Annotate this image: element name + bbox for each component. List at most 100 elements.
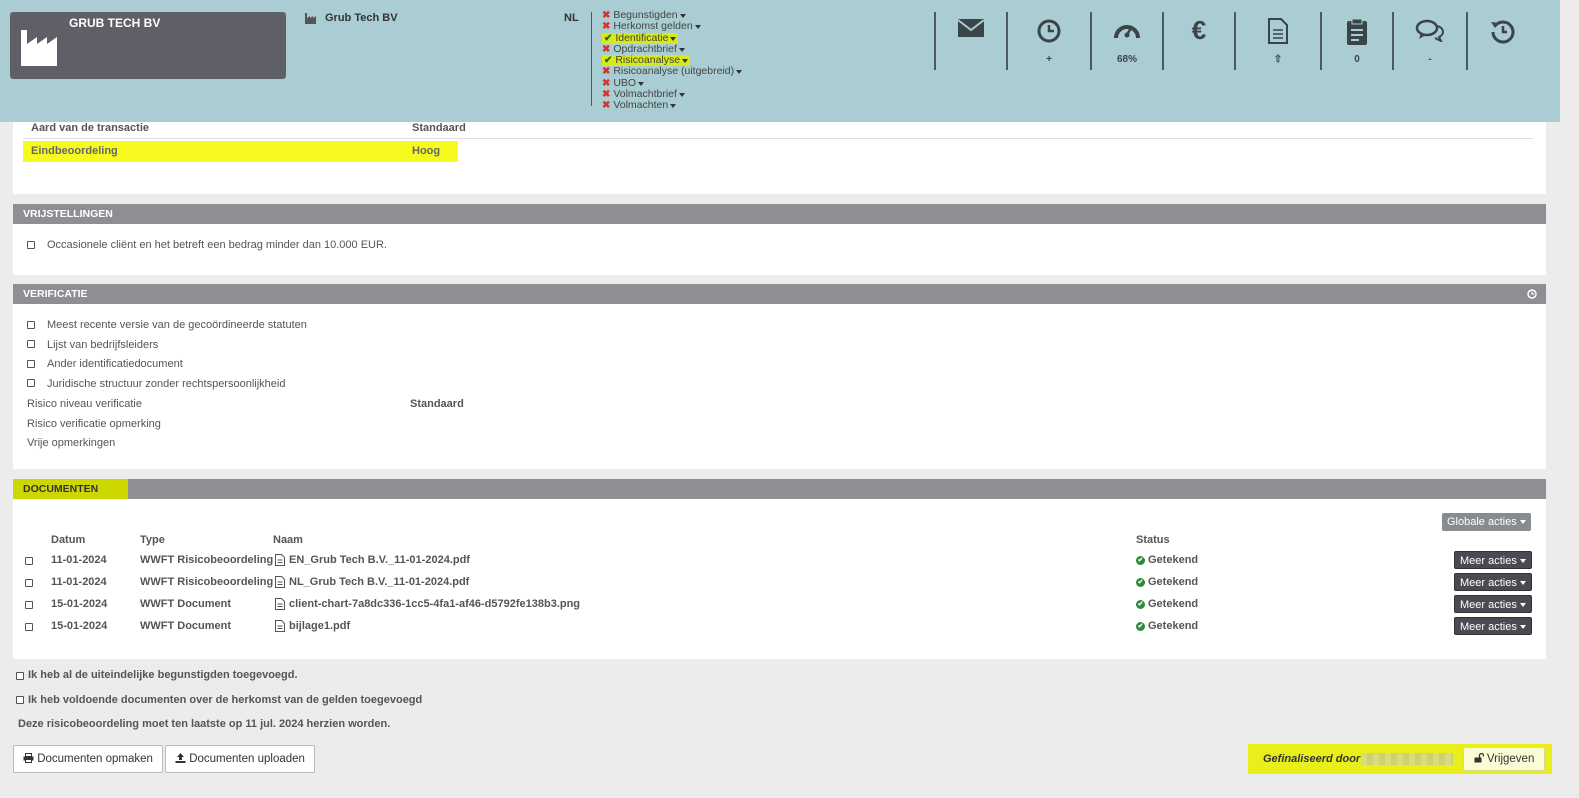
documents-panel: Globale acties Datum Type Naam Status 11…	[13, 499, 1546, 659]
upload-icon: ⇧	[1273, 54, 1283, 65]
more-actions-button[interactable]: Meer acties	[1454, 617, 1532, 635]
more-actions-label: Meer acties	[1460, 577, 1517, 589]
progress-value: 68%	[1116, 54, 1137, 65]
documents-title: DOCUMENTEN	[13, 479, 128, 499]
pdf-file-icon	[275, 576, 285, 588]
caret-down-icon[interactable]	[678, 92, 685, 97]
clock-value: +	[1046, 54, 1052, 65]
exemption-checkbox[interactable]	[27, 241, 35, 249]
status-label: Getekend	[1148, 598, 1199, 610]
column-type: Type	[140, 534, 165, 546]
clipboard-cell[interactable]: 0	[1320, 12, 1392, 70]
doc-type: WWFT Risicobeoordeling	[140, 554, 274, 566]
euro-cell[interactable]: €	[1162, 12, 1234, 70]
unlock-icon	[1474, 752, 1484, 763]
check-circle-icon: ✔	[1136, 555, 1145, 565]
release-button[interactable]: Vrijgeven	[1463, 747, 1545, 771]
row-checkbox[interactable]	[25, 579, 33, 587]
history-cell[interactable]	[1466, 12, 1538, 70]
row-checkbox[interactable]	[25, 601, 33, 609]
comments-cell[interactable]: -	[1392, 12, 1466, 70]
verification-checkbox-id-document[interactable]	[27, 360, 35, 368]
caret-down-icon[interactable]	[670, 104, 677, 108]
cross-icon: ✖	[602, 66, 611, 78]
doc-name: NL_Grub Tech B.V._11-01-2024.pdf	[289, 576, 470, 588]
verification-checkbox-statutes[interactable]	[27, 321, 35, 329]
progress-cell[interactable]: 68%	[1090, 12, 1162, 70]
doc-name-cell[interactable]: bijlage1.pdf	[275, 620, 350, 632]
beneficiaries-confirm-label: Ik heb al de uiteindelijke begunstigden …	[28, 669, 298, 681]
verification-header: VERIFICATIE	[13, 284, 1546, 304]
history-icon	[1491, 20, 1515, 44]
doc-status: ✔ Getekend	[1136, 576, 1198, 588]
step-label: Risicoanalyse (uitgebreid)	[613, 65, 735, 78]
pdf-file-icon	[275, 620, 285, 632]
verification-label: Meest recente versie van de gecoördineer…	[47, 319, 307, 331]
clock-icon	[1037, 19, 1061, 43]
clipboard-value: 0	[1354, 54, 1360, 65]
check-circle-icon: ✔	[1136, 577, 1145, 587]
cross-icon: ✖	[602, 100, 611, 111]
check-circle-icon: ✔	[1136, 599, 1145, 609]
factory-icon	[21, 30, 57, 66]
client-card[interactable]: GRUB TECH BV	[10, 12, 286, 79]
step-label: Volmachtbrief	[613, 87, 677, 100]
step-label: Risicoanalyse	[615, 54, 681, 66]
document-cell[interactable]: ⇧	[1234, 12, 1320, 70]
free-remarks-label: Vrije opmerkingen	[27, 437, 116, 449]
clock-small-icon[interactable]	[1527, 289, 1537, 299]
status-label: Getekend	[1148, 620, 1199, 632]
verification-title: VERIFICATIE	[23, 288, 88, 300]
clock-cell[interactable]: +	[1006, 12, 1090, 70]
more-actions-button[interactable]: Meer acties	[1454, 595, 1532, 613]
caret-down-icon[interactable]	[670, 36, 677, 41]
caret-down-icon[interactable]	[638, 81, 645, 86]
column-date: Datum	[51, 534, 86, 546]
doc-name-cell[interactable]: NL_Grub Tech B.V._11-01-2024.pdf	[275, 576, 469, 588]
upload-documents-button[interactable]: Documenten uploaden	[165, 745, 315, 773]
verification-label: Lijst van bedrijfsleiders	[47, 339, 159, 351]
risk-panel: Aard van de transactie Standaard Eindbeo…	[13, 122, 1546, 194]
printer-icon	[23, 753, 34, 763]
image-file-icon	[275, 598, 285, 610]
doc-status: ✔ Getekend	[1136, 620, 1198, 632]
document-icon	[1268, 18, 1288, 44]
doc-status: ✔ Getekend	[1136, 598, 1198, 610]
more-actions-button[interactable]: Meer acties	[1454, 551, 1532, 569]
doc-name: bijlage1.pdf	[289, 620, 351, 632]
verification-checkbox-directors[interactable]	[27, 340, 35, 348]
verification-level-value: Standaard	[410, 398, 464, 410]
caret-down-icon	[1519, 581, 1526, 586]
verification-checkbox-legal-structure[interactable]	[27, 379, 35, 387]
caret-down-icon[interactable]	[678, 47, 685, 52]
verification-label: Juridische structuur zonder rechtspersoo…	[47, 378, 286, 390]
euro-icon: €	[1191, 15, 1207, 45]
doc-name-cell[interactable]: client-chart-7a8dc336-1cc5-4fa1-af46-d57…	[275, 598, 580, 610]
funds-checkbox[interactable]	[16, 696, 24, 704]
row-checkbox[interactable]	[25, 557, 33, 565]
status-label: Getekend	[1148, 576, 1199, 588]
caret-down-icon[interactable]	[736, 70, 743, 75]
caret-down-icon[interactable]	[694, 25, 701, 30]
global-actions-button[interactable]: Globale acties	[1442, 513, 1531, 531]
client-subtitle-text: Grub Tech BV	[325, 12, 398, 24]
row-checkbox[interactable]	[25, 623, 33, 631]
status-label: Getekend	[1148, 554, 1199, 566]
review-notice: Deze risicobeoordeling moet ten laatste …	[18, 718, 391, 730]
doc-name-cell[interactable]: EN_Grub Tech B.V._11-01-2024.pdf	[275, 554, 470, 566]
mail-cell[interactable]	[934, 12, 1006, 70]
more-actions-button[interactable]: Meer acties	[1454, 573, 1532, 591]
caret-down-icon[interactable]	[679, 14, 686, 18]
caret-down-icon[interactable]	[682, 59, 689, 63]
doc-type: WWFT Document	[140, 620, 232, 632]
step-item[interactable]: ✖ Volmachten	[602, 99, 782, 111]
clipboard-icon	[1347, 18, 1367, 45]
beneficiaries-checkbox[interactable]	[16, 672, 24, 680]
make-documents-button[interactable]: Documenten opmaken	[13, 745, 163, 773]
step-label: Identificatie	[615, 31, 669, 44]
speedometer-icon	[1114, 25, 1140, 39]
documents-header: DOCUMENTEN	[13, 479, 1546, 499]
cross-icon: ✖	[602, 77, 611, 89]
doc-type: WWFT Risicobeoordeling	[140, 576, 274, 588]
client-subtitle: Grub Tech BV	[305, 12, 398, 24]
